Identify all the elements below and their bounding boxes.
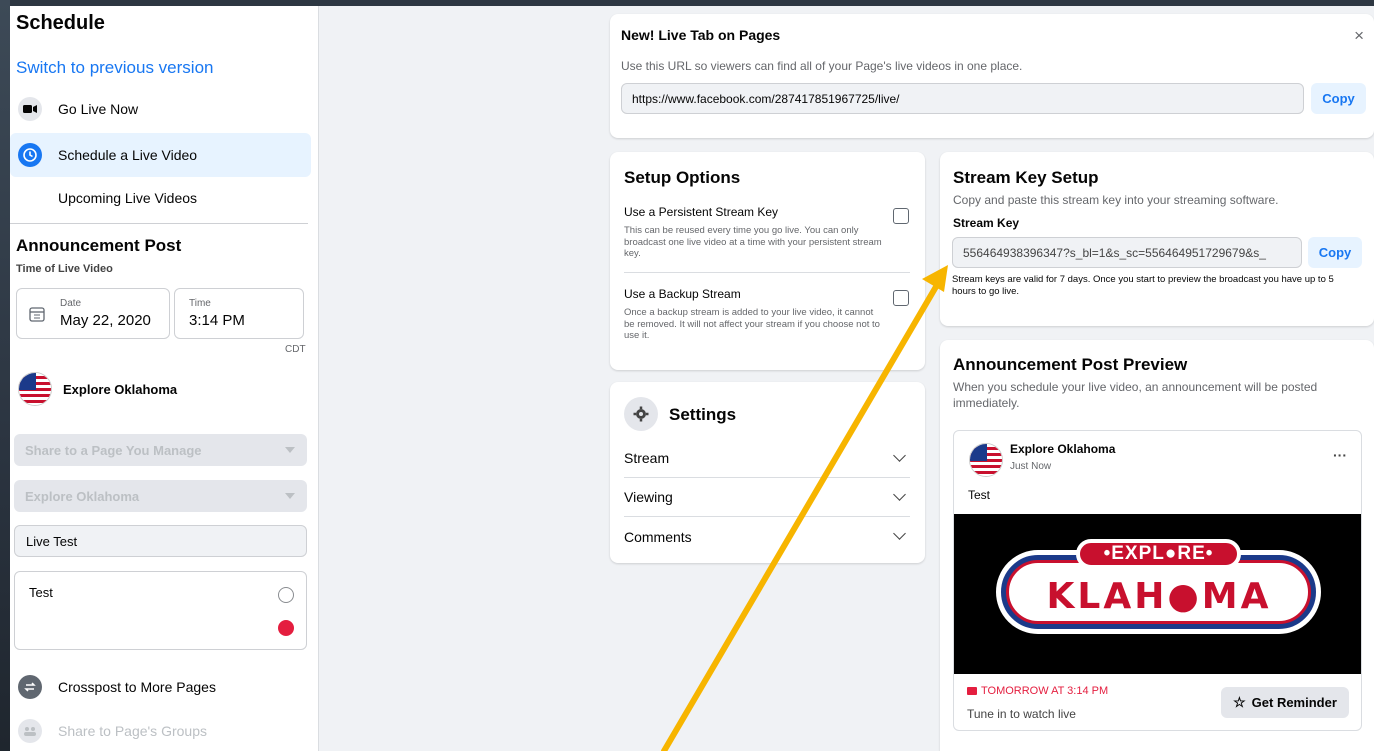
persistent-key-checkbox[interactable] — [893, 208, 909, 224]
tune-in-text: Tune in to watch live — [967, 707, 1076, 721]
backup-stream-desc: Once a backup stream is added to your li… — [624, 307, 880, 341]
setup-options-card: Setup Options Use a Persistent Stream Ke… — [610, 152, 925, 370]
settings-title: Settings — [669, 405, 737, 424]
settings-row-viewing[interactable]: Viewing — [624, 478, 910, 517]
chevron-down-icon — [893, 449, 906, 462]
logo-bottom-text: KLAH●MA — [1046, 575, 1272, 617]
groups-icon — [18, 719, 42, 743]
close-icon[interactable]: × — [1354, 26, 1364, 46]
live-camera-icon — [967, 687, 977, 695]
post-text: Test — [968, 488, 991, 502]
chevron-down-icon — [893, 527, 906, 540]
backup-stream-title: Use a Backup Stream — [624, 287, 741, 301]
time-of-live-label: Time of Live Video — [16, 263, 113, 275]
sidebar-item-label: Upcoming Live Videos — [58, 190, 198, 206]
get-reminder-label: Get Reminder — [1251, 695, 1337, 710]
preview-description: When you schedule your live video, an an… — [953, 380, 1318, 410]
clock-icon — [18, 143, 42, 167]
sidebar: Schedule Switch to previous version Go L… — [10, 6, 319, 751]
chevron-down-icon — [285, 447, 295, 453]
share-dropdown-label: Share to a Page You Manage — [25, 442, 202, 458]
gear-icon — [624, 397, 658, 431]
live-schedule-time: TOMORROW AT 3:14 PM — [981, 685, 1109, 697]
more-options-icon[interactable]: ··· — [1333, 447, 1347, 463]
us-flag-avatar-icon — [969, 443, 1003, 477]
persistent-key-desc: This can be reused every time you go liv… — [624, 225, 882, 259]
description-text: Test — [29, 585, 53, 600]
settings-row-stream[interactable]: Stream — [624, 439, 910, 478]
live-tab-title: New! Live Tab on Pages — [621, 27, 781, 43]
live-url-field[interactable]: https://www.facebook.com/287417851967725… — [621, 83, 1304, 114]
live-schedule-badge: TOMORROW AT 3:14 PM — [967, 685, 1108, 697]
post-page-name: Explore Oklahoma — [1010, 442, 1116, 456]
time-value: 3:14 PM — [189, 312, 245, 329]
setup-options-title: Setup Options — [624, 168, 741, 187]
stream-key-validity: Stream keys are valid for 7 days. Once y… — [952, 274, 1334, 297]
title-input[interactable]: Live Test — [14, 525, 307, 557]
time-field[interactable]: Time 3:14 PM — [174, 288, 304, 339]
copy-url-button[interactable]: Copy — [1311, 83, 1366, 114]
share-groups-option[interactable]: Share to Page's Groups — [10, 709, 311, 751]
crosspost-option[interactable]: Crosspost to More Pages — [10, 665, 311, 709]
page-name: Explore Oklahoma — [63, 381, 178, 397]
sidebar-divider — [10, 223, 308, 224]
live-tab-card: New! Live Tab on Pages × Use this URL so… — [610, 14, 1374, 138]
announcement-preview-card: Announcement Post Preview When you sched… — [940, 340, 1374, 751]
date-field[interactable]: Date May 22, 2020 — [16, 288, 170, 339]
stream-key-card: Stream Key Setup Copy and paste this str… — [940, 152, 1374, 326]
crosspost-icon — [18, 675, 42, 699]
date-label: Date — [60, 298, 82, 309]
announcement-heading: Announcement Post — [16, 236, 182, 255]
sticker-icon[interactable] — [278, 620, 294, 636]
explore-oklahoma-logo-image: •EXPL●RE• KLAH●MA — [954, 514, 1361, 674]
logo-top-text: •EXPL●RE• — [1076, 539, 1241, 569]
live-tab-description: Use this URL so viewers can find all of … — [621, 59, 1023, 73]
page-profile: Explore Oklahoma — [18, 372, 177, 406]
switch-version-link[interactable]: Switch to previous version — [16, 58, 213, 78]
sidebar-item-schedule[interactable]: Schedule a Live Video — [10, 133, 311, 177]
stream-key-field[interactable]: 556464938396347?s_bl=1&s_sc=556464951729… — [952, 237, 1302, 268]
star-icon: ☆ — [1233, 694, 1246, 710]
timezone-label: CDT — [285, 344, 306, 355]
stream-key-label: Stream Key — [953, 216, 1020, 230]
stream-key-description: Copy and paste this stream key into your… — [953, 193, 1279, 207]
camera-icon — [18, 97, 42, 121]
calendar-icon — [29, 306, 45, 327]
stream-key-title: Stream Key Setup — [953, 168, 1099, 187]
sidebar-item-upcoming[interactable]: Upcoming Live Videos — [10, 176, 311, 220]
share-to-page-dropdown[interactable]: Share to a Page You Manage — [14, 434, 307, 466]
post-timestamp: Just Now — [1010, 461, 1052, 472]
chevron-down-icon — [285, 493, 295, 499]
time-label: Time — [189, 298, 211, 309]
page-select-dropdown[interactable]: Explore Oklahoma — [14, 480, 307, 512]
preview-post: Explore Oklahoma Just Now ··· Test •EXPL… — [953, 430, 1362, 731]
emoji-icon[interactable] — [278, 587, 294, 603]
window-frame-left — [0, 0, 10, 751]
copy-stream-key-button[interactable]: Copy — [1308, 237, 1362, 268]
crosspost-label: Crosspost to More Pages — [58, 679, 216, 695]
share-groups-label: Share to Page's Groups — [58, 723, 207, 739]
date-value: May 22, 2020 — [60, 312, 151, 329]
get-reminder-button[interactable]: ☆ Get Reminder — [1221, 687, 1349, 718]
settings-row-label: Stream — [624, 450, 670, 466]
backup-stream-checkbox[interactable] — [893, 290, 909, 306]
chevron-down-icon — [893, 488, 906, 501]
settings-row-label: Viewing — [624, 489, 673, 505]
sidebar-title: Schedule — [16, 12, 105, 34]
settings-row-label: Comments — [624, 528, 692, 545]
divider — [624, 272, 910, 273]
description-input[interactable]: Test — [14, 571, 307, 650]
us-flag-avatar-icon — [18, 372, 52, 406]
page-dropdown-label: Explore Oklahoma — [25, 488, 140, 504]
settings-card: Settings Stream Viewing Comments — [610, 382, 925, 563]
persistent-key-title: Use a Persistent Stream Key — [624, 205, 779, 219]
sidebar-item-label: Schedule a Live Video — [58, 147, 198, 163]
settings-row-comments[interactable]: Comments — [624, 517, 910, 556]
sidebar-item-go-live[interactable]: Go Live Now — [10, 87, 311, 131]
preview-title: Announcement Post Preview — [953, 355, 1188, 374]
sidebar-item-label: Go Live Now — [58, 101, 139, 117]
